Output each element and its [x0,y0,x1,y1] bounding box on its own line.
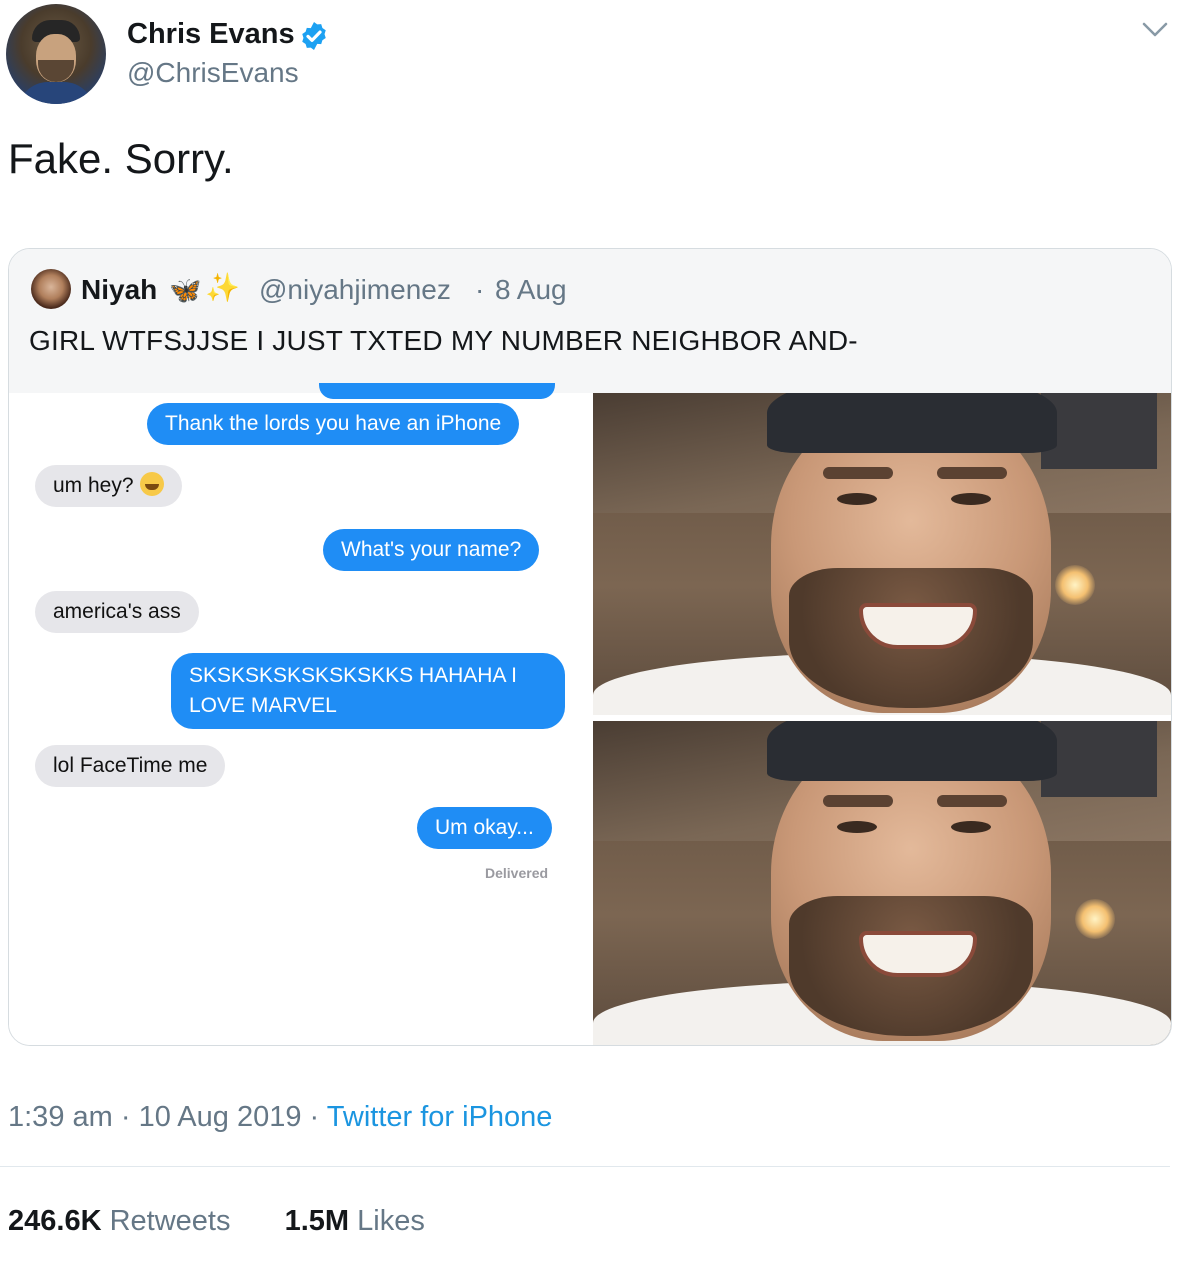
photo-eye [951,493,991,505]
tweet-source-link[interactable]: Twitter for iPhone [327,1101,553,1133]
photo-brow [937,795,1007,807]
tweet-time[interactable]: 1:39 am [8,1101,113,1133]
author-handle[interactable]: @ChrisEvans [127,56,299,90]
photo-smile [859,931,977,977]
quoted-tweet-card[interactable]: Niyah 🦋 ✨ @niyahjimenez · 8 Aug GIRL WTF… [8,248,1172,1046]
photo-brow [823,467,893,479]
likes-stat[interactable]: 1.5M Likes [285,1205,425,1237]
verified-badge-icon [302,22,326,50]
facetime-photo-1 [593,393,1171,715]
photo-eye [837,493,877,505]
retweets-label: Retweets [109,1205,231,1237]
photo-brow [823,795,893,807]
message-bubble-sent: Um okay... [417,807,552,849]
quoted-separator: · [475,274,485,305]
message-text: um hey? [53,474,134,497]
tweet-stats: 246.6K Retweets 1.5M Likes [8,1202,425,1240]
tweet-date[interactable]: 10 Aug 2019 [139,1101,302,1133]
cropped-message-bubble [319,383,555,399]
message-bubble-sent: What's your name? [323,529,540,571]
avatar-shirt [18,82,94,104]
photo-smile [859,603,977,649]
author-name[interactable]: Chris Evans [127,16,295,52]
photo-eye [837,821,877,833]
quoted-tweet-date: 8 Aug [495,274,567,305]
meta-separator: · [309,1101,320,1133]
message-bubble-received: um hey? [35,465,182,507]
likes-label: Likes [357,1205,425,1237]
photo-brow [937,467,1007,479]
message-bubble-received: lol FaceTime me [35,745,226,787]
lamp-light [1075,899,1115,939]
facetime-preview-inset [1041,721,1157,797]
tweet-text: Fake. Sorry. [8,135,234,182]
quoted-author-name: Niyah [81,274,158,305]
quoted-tweet-header: Niyah 🦋 ✨ @niyahjimenez · 8 Aug GIRL WTF… [9,249,1171,393]
quoted-author-handle: @niyahjimenez [259,274,451,305]
divider [0,1166,1170,1167]
facetime-preview-inset [1041,393,1157,469]
message-bubble-sent: Thank the lords you have an iPhone [147,403,520,445]
delivered-status: Delivered [485,865,549,881]
message-bubble-received: america's ass [35,591,199,633]
lamp-light [1055,565,1095,605]
grinning-sweat-emoji-icon [139,472,164,496]
message-bubble-sent: SKSKSKSKSKSKSKKS HAHAHA I LOVE MARVEL [171,653,565,729]
imessage-screenshot: Thank the lords you have an iPhone um he… [9,383,591,1045]
photo-cap [767,721,1057,781]
chevron-down-icon[interactable] [1140,18,1170,42]
likes-count: 1.5M [284,1205,350,1237]
facetime-photo-2 [593,721,1171,1045]
meta-separator: · [120,1101,131,1133]
retweets-count: 246.6K [8,1205,102,1237]
photo-eye [951,821,991,833]
retweets-stat[interactable]: 246.6K Retweets [8,1205,230,1237]
quoted-author-avatar [31,269,71,309]
photo-cap [767,393,1057,453]
author-avatar[interactable] [6,4,106,104]
avatar-beard [38,60,74,82]
butterfly-emoji-icon: 🦋 [169,275,202,305]
sparkles-emoji-icon: ✨ [205,272,240,303]
quoted-tweet-text: GIRL WTFSJJSE I JUST TXTED MY NUMBER NEI… [29,325,858,356]
tweet-timestamp-row: 1:39 am · 10 Aug 2019 · Twitter for iPho… [8,1098,552,1136]
